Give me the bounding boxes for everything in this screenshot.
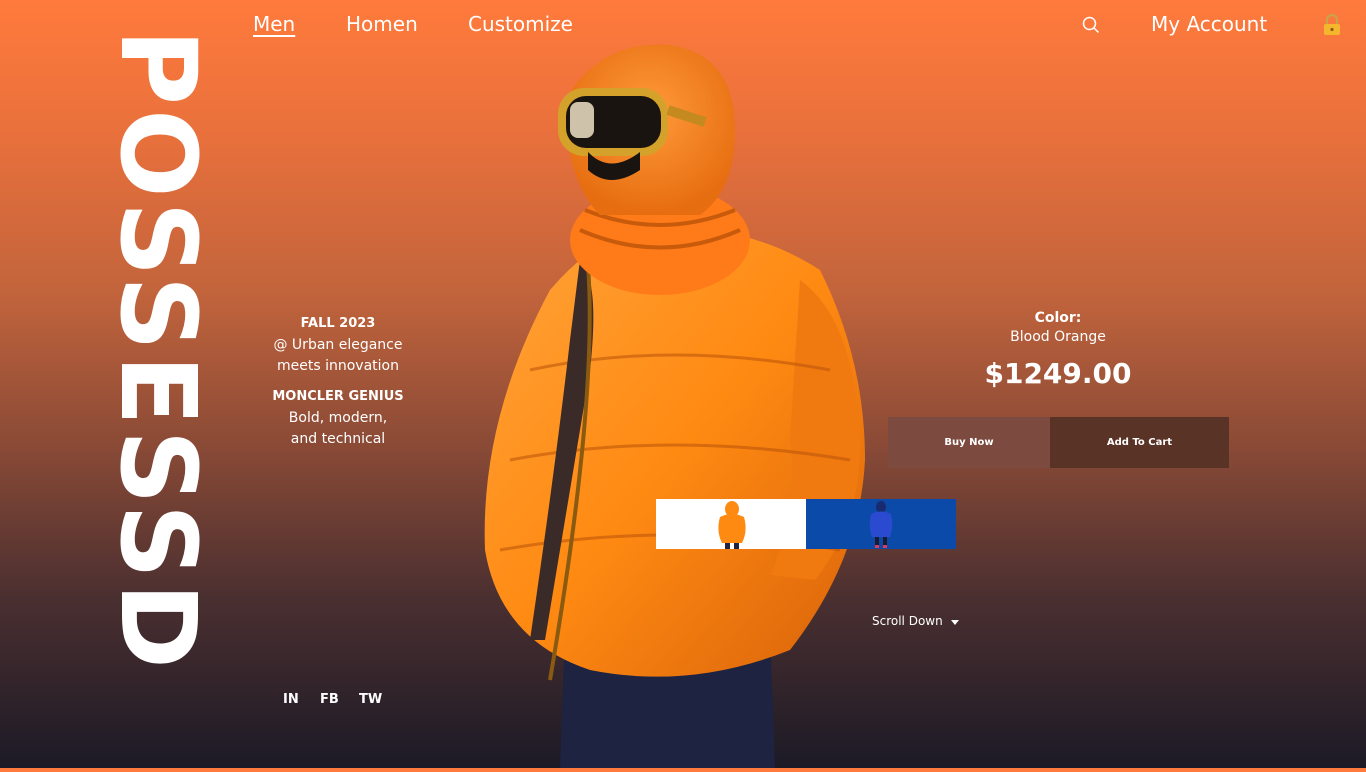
tagline-line-2: meets innovation xyxy=(277,358,399,374)
search-icon[interactable] xyxy=(1082,16,1100,34)
color-value: Blood Orange xyxy=(1010,329,1106,345)
caret-down-icon xyxy=(950,615,959,629)
brand-name: POSSESSD xyxy=(97,28,219,674)
description-line-2: and technical xyxy=(290,431,386,447)
nav-customize[interactable]: Customize xyxy=(468,12,573,36)
tagline-line-1: @ Urban elegance xyxy=(273,337,403,353)
my-account-link[interactable]: My Account xyxy=(1151,12,1267,36)
nav-homen[interactable]: Homen xyxy=(346,12,418,36)
product-price: $1249.00 xyxy=(984,357,1132,390)
brand-logo: POSSESSD xyxy=(97,29,219,673)
collection-info: FALL 2023 @ Urban elegance meets innovat… xyxy=(258,316,418,450)
add-to-cart-button[interactable]: Add To Cart xyxy=(1050,417,1229,468)
description-line-1: Bold, modern, xyxy=(288,410,388,426)
color-info: Color: Blood Orange $1249.00 xyxy=(958,310,1158,390)
thumbnail-blue[interactable] xyxy=(806,499,956,549)
color-label: Color: xyxy=(1034,310,1082,326)
social-instagram[interactable]: IN xyxy=(283,692,299,707)
scroll-down-label: Scroll Down xyxy=(872,614,943,628)
thumbnail-orange[interactable] xyxy=(656,499,806,549)
lock-icon[interactable] xyxy=(1323,13,1341,36)
designer-title: MONCLER GENIUS xyxy=(272,389,404,404)
social-facebook[interactable]: FB xyxy=(320,692,339,707)
hero-model-image xyxy=(470,40,880,768)
season-title: FALL 2023 xyxy=(300,316,376,331)
scroll-down[interactable]: Scroll Down xyxy=(872,614,959,629)
buy-now-button[interactable]: Buy Now xyxy=(888,417,1050,468)
nav-men[interactable]: Men xyxy=(253,12,295,36)
social-twitter[interactable]: TW xyxy=(359,692,382,707)
